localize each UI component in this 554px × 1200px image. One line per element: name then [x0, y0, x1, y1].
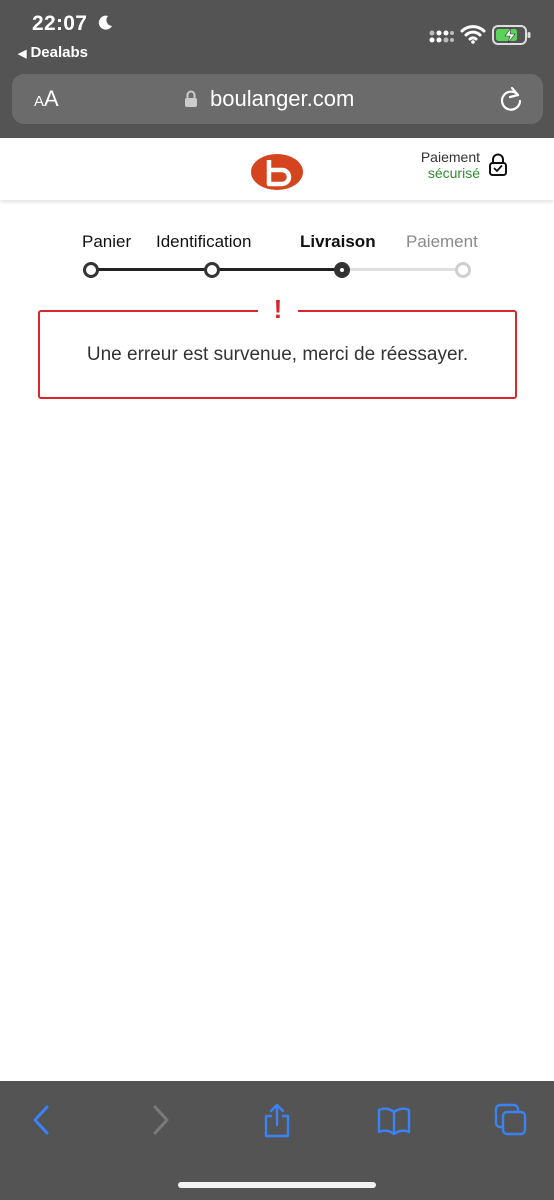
step-panier-dot[interactable] [83, 262, 99, 278]
home-indicator [178, 1182, 376, 1188]
back-to-app-link[interactable]: ◀ Dealabs [18, 44, 88, 61]
progress-track-remaining [342, 268, 463, 271]
error-message: Une erreur est survenue, merci de réessa… [86, 344, 469, 365]
step-identification-label: Identification [156, 232, 252, 251]
aa-big: A [44, 86, 59, 111]
secure-payment-badge: Paiement sécurisé [421, 149, 480, 181]
moon-icon [96, 14, 114, 37]
boulanger-logo[interactable] [250, 153, 304, 196]
step-paiement-dot [455, 262, 471, 278]
forward-arrow-icon[interactable] [150, 1103, 172, 1142]
step-livraison-dot [334, 262, 350, 278]
error-alert: ! Une erreur est survenue, merci de rées… [38, 294, 517, 399]
exclamation-icon: ! [273, 294, 283, 324]
step-identification-dot[interactable] [204, 262, 220, 278]
secure-lock-icon [488, 153, 508, 182]
aa-small: A [34, 93, 45, 110]
back-triangle-icon: ◀ [18, 48, 27, 60]
reader-settings-button[interactable]: AA [34, 86, 59, 112]
back-app-label: Dealabs [30, 44, 89, 61]
step-panier-label: Panier [82, 232, 132, 251]
share-icon[interactable] [262, 1103, 292, 1144]
address-bar[interactable]: AA boulanger.com [12, 74, 543, 124]
cellular-signal-icon [428, 26, 454, 49]
secure-line2: sécurisé [427, 165, 480, 181]
wifi-icon [460, 24, 486, 49]
step-paiement-label: Paiement [406, 232, 478, 251]
url-text: boulanger.com [210, 86, 355, 111]
step-livraison-label: Livraison [300, 232, 376, 251]
status-time: 22:07 [32, 12, 88, 35]
tabs-icon[interactable] [494, 1103, 528, 1142]
site-header: Paiement sécurisé [0, 138, 554, 200]
lock-icon [184, 90, 198, 113]
browser-top-chrome: 22:07 ◀ Dealabs AA boulanger.com [0, 0, 554, 138]
back-arrow-icon[interactable] [30, 1103, 52, 1142]
battery-charging-icon [492, 24, 532, 51]
reload-icon[interactable] [498, 85, 524, 118]
secure-line1: Paiement [420, 149, 480, 165]
bookmarks-icon[interactable] [376, 1103, 412, 1142]
